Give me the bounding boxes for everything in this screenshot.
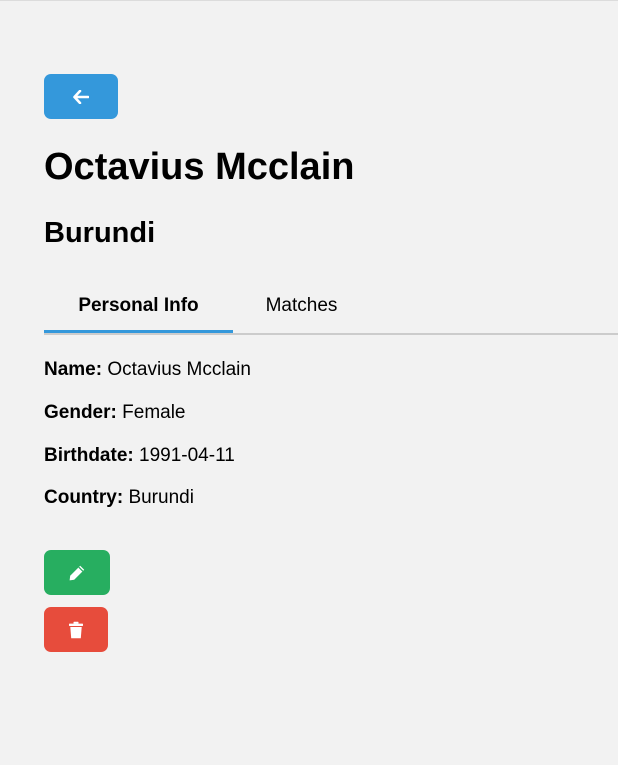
- info-value-name: Octavius Mcclain: [107, 359, 251, 380]
- info-row-gender: Gender: Female: [44, 401, 186, 425]
- arrow-left-icon: [73, 89, 89, 104]
- pencil-icon: [68, 564, 86, 582]
- page-title: Octavius Mcclain: [44, 146, 355, 188]
- info-label-birthdate: Birthdate:: [44, 445, 134, 466]
- info-row-name: Name: Octavius Mcclain: [44, 358, 251, 382]
- info-row-country: Country: Burundi: [44, 486, 194, 510]
- tab-bar: Personal Info Matches: [44, 281, 618, 335]
- back-button[interactable]: [44, 74, 118, 119]
- info-label-country: Country:: [44, 487, 124, 508]
- delete-button[interactable]: [44, 607, 108, 652]
- edit-button[interactable]: [44, 550, 110, 595]
- info-value-gender: Female: [122, 402, 186, 423]
- info-label-gender: Gender:: [44, 402, 117, 423]
- top-border: [0, 0, 618, 1]
- info-value-country: Burundi: [128, 487, 194, 508]
- tab-personal-info[interactable]: Personal Info: [44, 281, 233, 333]
- trash-icon: [68, 621, 84, 639]
- tab-matches[interactable]: Matches: [233, 281, 370, 331]
- info-label-name: Name:: [44, 359, 103, 380]
- info-row-birthdate: Birthdate: 1991-04-11: [44, 444, 235, 468]
- player-country-heading: Burundi: [44, 217, 156, 249]
- info-value-birthdate: 1991-04-11: [139, 445, 235, 466]
